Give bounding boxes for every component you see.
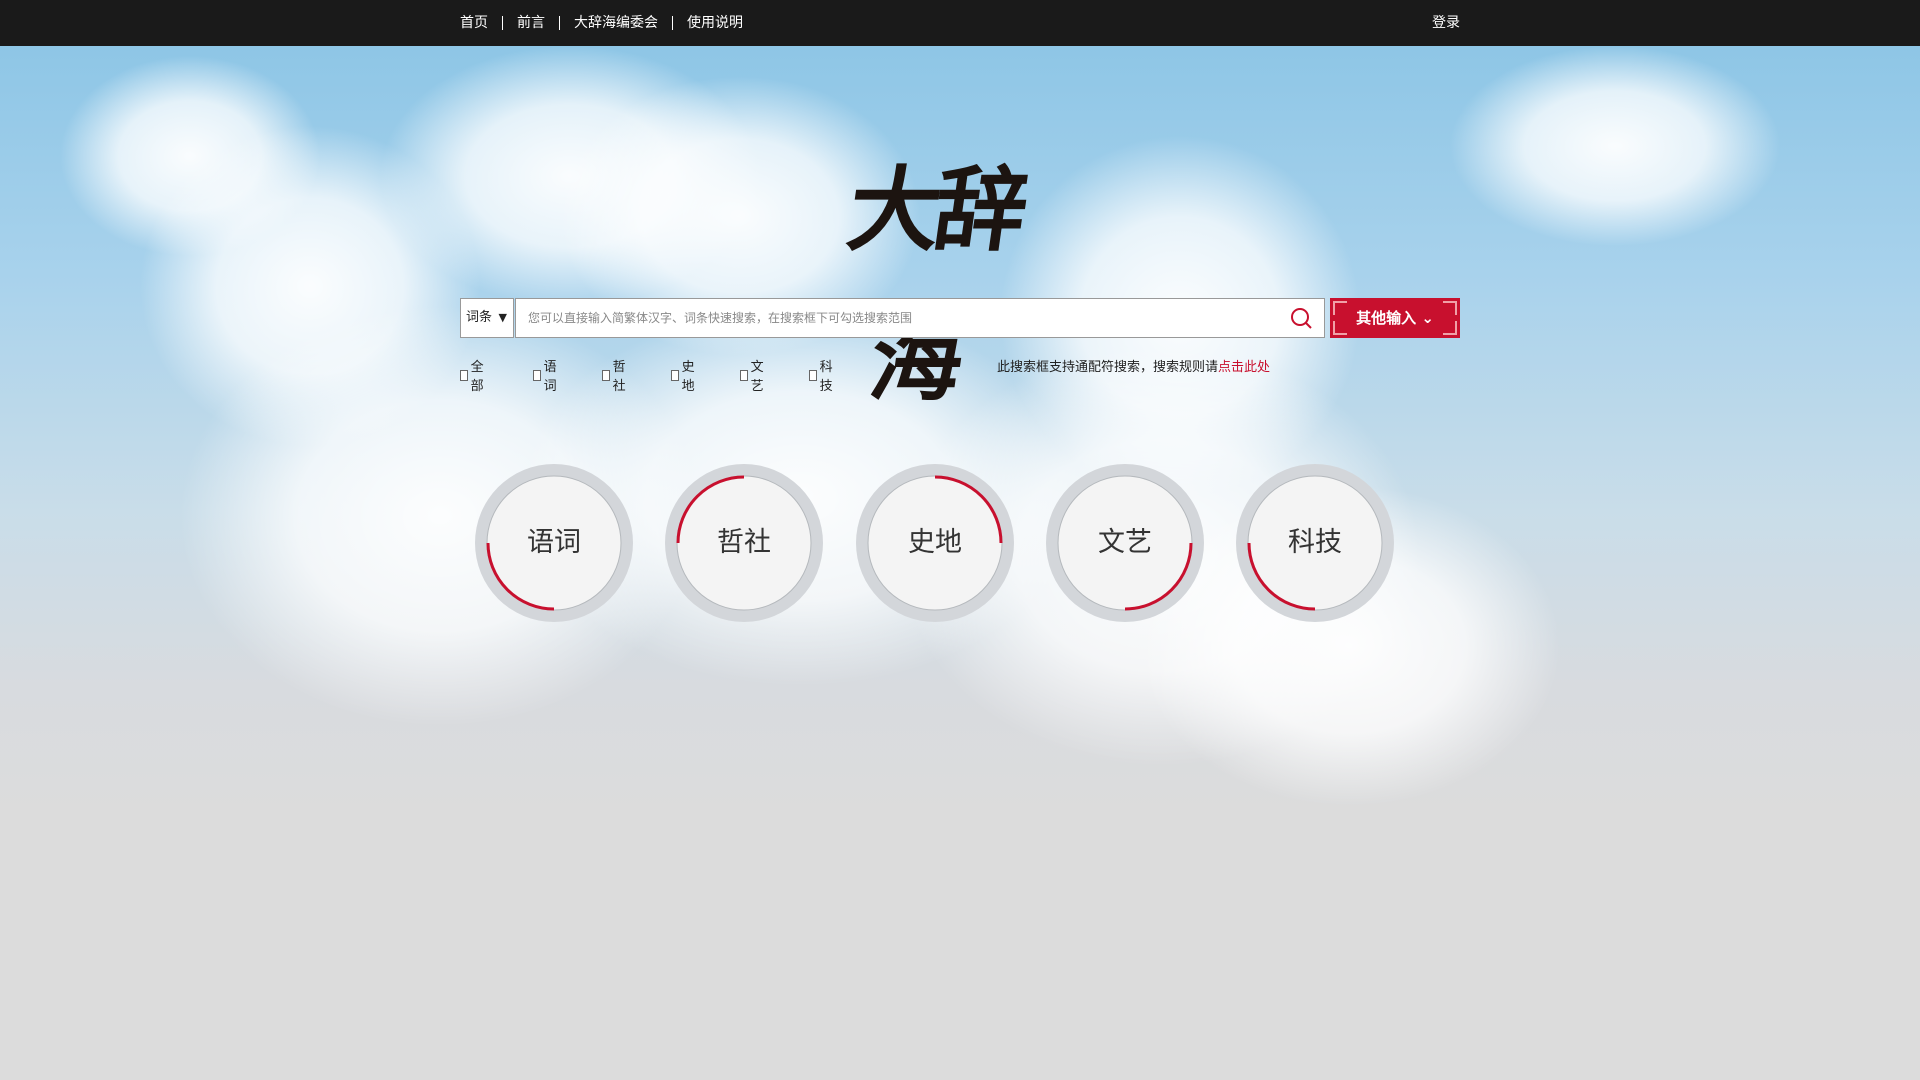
- search-scope-select[interactable]: 词条 ▼: [460, 298, 514, 338]
- category-science-tech[interactable]: 科技: [1235, 463, 1395, 623]
- filter-all[interactable]: 全部: [460, 356, 487, 394]
- category-circles: 语词 哲社 史地 文艺 科技: [0, 463, 1920, 628]
- search-placeholder: 您可以直接输入简繁体汉字、词条快速搜索，在搜索框下可勾选搜索范围: [528, 311, 913, 325]
- filter-science-tech-checkbox[interactable]: [809, 369, 817, 381]
- nav-home-link[interactable]: 首页: [460, 16, 502, 30]
- filter-all-label: 全部: [470, 360, 484, 394]
- main-nav: 首页 前言 大辞海编委会 使用说明: [460, 0, 757, 46]
- category-history-geography-label: 史地: [908, 527, 962, 558]
- search-scope-value: 词条: [466, 310, 493, 325]
- search-hint: 此搜索框支持通配符搜索，搜索规则请点击此处: [997, 356, 1270, 375]
- category-philosophy-society[interactable]: 哲社: [664, 463, 824, 623]
- filter-history-geography-checkbox[interactable]: [671, 369, 679, 381]
- filter-philosophy-society[interactable]: 哲社: [602, 356, 629, 394]
- filter-all-checkbox[interactable]: [460, 369, 468, 381]
- filter-history-geography-label: 史地: [681, 360, 695, 394]
- site-logo: 大辞海: [841, 156, 1029, 414]
- filter-arts-label: 文艺: [750, 360, 764, 394]
- category-arts-label: 文艺: [1098, 527, 1152, 558]
- search-input[interactable]: 您可以直接输入简繁体汉字、词条快速搜索，在搜索框下可勾选搜索范围: [515, 298, 1325, 338]
- chevron-down-icon: ⌄: [1421, 309, 1434, 327]
- filter-science-tech[interactable]: 科技: [809, 356, 836, 394]
- other-input-button[interactable]: 其他输入 ⌄: [1330, 298, 1460, 338]
- filter-words-label: 语词: [543, 360, 557, 394]
- top-nav-bar: 首页 前言 大辞海编委会 使用说明 登录: [0, 0, 1920, 46]
- filter-science-tech-label: 科技: [819, 360, 833, 394]
- category-science-tech-label: 科技: [1288, 527, 1342, 558]
- chevron-down-icon: ▼: [498, 311, 507, 324]
- login-link[interactable]: 登录: [1432, 0, 1460, 46]
- filter-philosophy-society-checkbox[interactable]: [602, 369, 610, 381]
- category-arts[interactable]: 文艺: [1045, 463, 1205, 623]
- nav-usage-link[interactable]: 使用说明: [672, 16, 757, 30]
- search-hint-text: 此搜索框支持通配符搜索，搜索规则请: [997, 360, 1219, 375]
- filter-words[interactable]: 语词: [533, 356, 560, 394]
- nav-committee-link[interactable]: 大辞海编委会: [559, 16, 672, 30]
- category-words-label: 语词: [527, 527, 581, 558]
- filter-history-geography[interactable]: 史地: [671, 356, 698, 394]
- filter-arts[interactable]: 文艺: [740, 356, 767, 394]
- filter-philosophy-society-label: 哲社: [612, 360, 626, 394]
- other-input-label: 其他输入: [1356, 309, 1417, 327]
- search-rules-link[interactable]: 点击此处: [1218, 360, 1270, 375]
- nav-preface-link[interactable]: 前言: [502, 16, 559, 30]
- filter-words-checkbox[interactable]: [533, 369, 541, 381]
- search-bar: 词条 ▼ 您可以直接输入简繁体汉字、词条快速搜索，在搜索框下可勾选搜索范围 其他…: [460, 298, 1460, 338]
- category-philosophy-society-label: 哲社: [717, 527, 771, 558]
- filter-arts-checkbox[interactable]: [740, 369, 748, 381]
- category-history-geography[interactable]: 史地: [855, 463, 1015, 623]
- search-icon[interactable]: [1289, 306, 1313, 330]
- category-words[interactable]: 语词: [474, 463, 634, 623]
